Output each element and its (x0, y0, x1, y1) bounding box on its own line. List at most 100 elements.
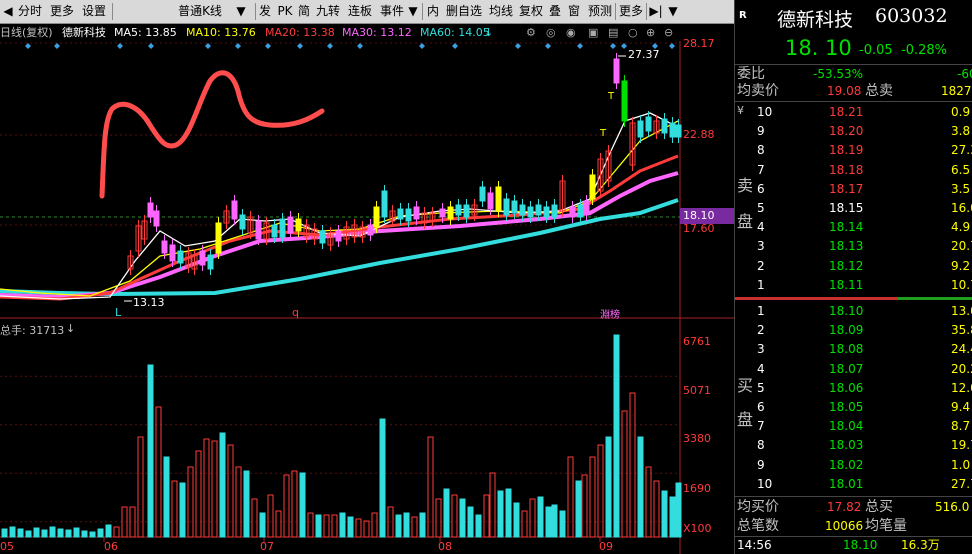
last-price: 18. 10 (785, 36, 852, 60)
toolbar-btn-pk[interactable]: PK (276, 2, 294, 21)
buy-level-row[interactable]: 6 18.05 9.4 (735, 398, 972, 417)
toolbar-btn-predict[interactable]: 预测 (586, 2, 614, 21)
toolbar-btn-inner[interactable]: 内 (426, 2, 440, 21)
volume-bar (545, 506, 552, 538)
book-volume: 3.8 (951, 124, 971, 139)
sell-level-row[interactable]: 1 18.11 10.7 (735, 276, 972, 295)
toolbar-btn-nine-turn[interactable]: 九转 (314, 2, 342, 21)
minus-icon[interactable]: ⊖ (664, 25, 673, 41)
toolbar-btn-more2[interactable]: 更多 (617, 2, 645, 21)
book-level: 1 (757, 277, 765, 292)
search-icon[interactable]: ○ (628, 25, 638, 41)
volume-bar (211, 440, 218, 538)
toolbar-btn-intraday[interactable]: 分时 (16, 2, 44, 21)
sell-level-row[interactable]: 2 18.12 9.2 (735, 257, 972, 276)
toolbar-btn-events[interactable]: 事件 (378, 2, 406, 21)
volume-bar (89, 531, 96, 538)
sell-level-row[interactable]: 7 18.18 6.5 (735, 161, 972, 180)
buy-level-row[interactable]: 7 18.04 8.7 (735, 417, 972, 436)
high-price-label: 27.37 (628, 48, 660, 61)
toolbar-btn-more[interactable]: 更多 (48, 2, 76, 21)
gear-icon[interactable]: ⚙ (526, 25, 536, 41)
sell-level-row[interactable]: 4 18.14 4.9 (735, 218, 972, 237)
buy-level-row[interactable]: 4 18.07 20.2 (735, 360, 972, 379)
book-level: 8 (757, 438, 765, 453)
x-axis-label: 07 (260, 540, 274, 553)
buy-level-row[interactable]: 9 18.02 1.0 (735, 456, 972, 475)
chevron-down-icon[interactable]: ▼ (408, 2, 418, 21)
scroll-left-icon[interactable]: ◀ (2, 2, 14, 21)
book-volume: 13.0 (951, 304, 972, 318)
ma-indicator-bar: 日线(复权) 德新科技 MA5: 13.85 MA10: 13.76 MA20:… (0, 25, 734, 41)
toolbar-btn-overlay[interactable]: 叠 (548, 2, 562, 21)
book-price: 18.03 (829, 438, 864, 453)
toolbar-btn-fa[interactable]: 发 (257, 2, 273, 21)
dragon-list-marker[interactable]: 淵榜 (600, 306, 620, 321)
toolbar-btn-adjust[interactable]: 复权 (517, 2, 545, 21)
book-price: 18.21 (829, 105, 864, 119)
buy-level-row[interactable]: 2 18.09 35.8 (735, 321, 972, 340)
volume-bar (605, 436, 612, 538)
eye-hide-icon[interactable]: ◎ (546, 25, 556, 41)
toolbar-btn-limit-up[interactable]: 连板 (346, 2, 374, 21)
volume-bar (443, 488, 450, 538)
kline-type-select[interactable]: 普通K线 (150, 2, 250, 21)
chevron-down-icon[interactable]: ▼ (236, 2, 246, 21)
volume-bar (483, 494, 490, 538)
toolbar-btn-settings[interactable]: 设置 (80, 2, 108, 21)
volume-bar (497, 490, 504, 538)
volume-bar (97, 528, 104, 538)
chevron-down-icon[interactable]: ▼ (666, 2, 680, 21)
candle-body (207, 254, 214, 270)
vol-axis-unit: X100 (683, 522, 712, 535)
book-level: 6 (757, 400, 765, 414)
candle-body (519, 204, 526, 216)
book-volume: 27.3 (951, 143, 972, 158)
volume-bar (203, 438, 210, 538)
toolbar-btn-ma[interactable]: 均线 (487, 2, 515, 21)
sell-level-row[interactable]: 3 18.13 20.7 (735, 237, 972, 256)
buy-level-row[interactable]: 3 18.08 24.4 (735, 340, 972, 359)
kline-chart[interactable]: TT (0, 41, 734, 554)
trash-icon[interactable]: ▤ (608, 25, 618, 41)
buy-level-row[interactable]: 1 18.10 13.0 (735, 302, 972, 321)
candle-body (447, 206, 454, 220)
buy-level-row[interactable]: 5 18.06 12.0 (735, 379, 972, 398)
trades-row: 总笔数 10066 均笔量 (737, 518, 907, 534)
candle-body (661, 118, 668, 134)
skip-end-icon[interactable]: ▶| (648, 2, 664, 21)
candle-body (279, 218, 286, 238)
sell-level-row[interactable]: 10 18.21 0.9 (735, 103, 972, 122)
volume-bar (567, 456, 574, 538)
candle-body (215, 222, 222, 254)
book-volume: 9.4 (951, 400, 971, 414)
book-price: 18.05 (829, 400, 864, 414)
price-change: -0.05 (859, 43, 893, 58)
toolbar-btn-remove-watchlist[interactable]: 删自选 (444, 2, 484, 21)
lock-icon[interactable]: ▣ (588, 25, 598, 41)
volume-bar (347, 516, 354, 538)
volume-bar (235, 466, 242, 538)
event-diamond-icon (669, 43, 675, 49)
candle-body (295, 218, 302, 232)
add-icon[interactable]: ⊕ (646, 25, 655, 41)
volume-bar (65, 529, 72, 538)
toolbar-btn-simple[interactable]: 简 (297, 2, 311, 21)
buy-level-row[interactable]: 10 18.01 27.7 (735, 475, 972, 494)
buy-level-row[interactable]: 8 18.03 19.7 (735, 436, 972, 455)
eye-icon[interactable]: ◉ (566, 25, 576, 41)
book-price: 18.12 (829, 258, 864, 273)
sell-level-row[interactable]: 8 18.19 27.3 (735, 141, 972, 160)
chart-mode-label[interactable]: 日线(复权) (0, 25, 53, 41)
sell-level-row[interactable]: 9 18.20 3.8 (735, 122, 972, 141)
book-level: 2 (757, 323, 765, 338)
volume-bar (283, 474, 290, 538)
ma5-value: MA5: 13.85 (114, 26, 177, 39)
candle-body (551, 204, 558, 218)
book-volume: 1.0 (951, 457, 971, 472)
sell-level-row[interactable]: 6 18.17 3.5 (735, 180, 972, 199)
toolbar-btn-window[interactable]: 窗 (567, 2, 581, 21)
sell-level-row[interactable]: 5 18.15 16.0 (735, 199, 972, 218)
candle-body (147, 202, 154, 218)
x-axis-label: 08 (438, 540, 452, 553)
